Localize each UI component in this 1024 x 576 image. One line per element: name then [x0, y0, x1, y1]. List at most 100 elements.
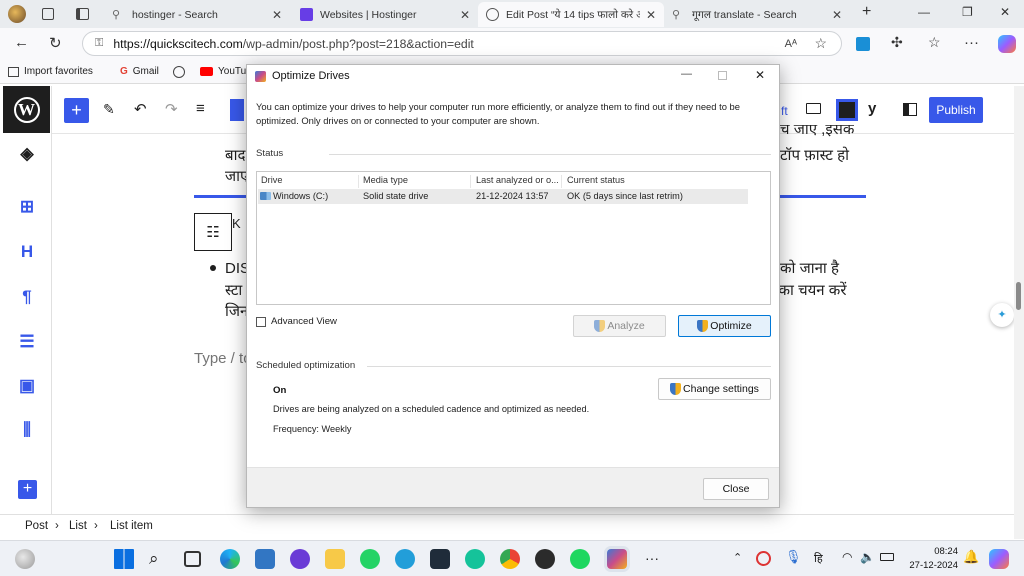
yoast-icon[interactable]: y	[868, 100, 876, 117]
back-arrow-icon[interactable]: ←	[14, 34, 29, 51]
obs-icon[interactable]	[535, 549, 555, 569]
chrome-icon[interactable]	[500, 549, 520, 569]
redo-icon[interactable]: ↷	[165, 100, 178, 118]
more-apps-icon[interactable]: ···	[645, 550, 665, 570]
fav-gmail[interactable]: G Gmail	[120, 66, 159, 77]
favorite-star-icon[interactable]: ☆	[814, 35, 827, 52]
content-line-3[interactable]: स्टा	[225, 280, 242, 301]
battery-icon[interactable]	[880, 553, 894, 561]
advanced-view-checkbox[interactable]: Advanced View	[256, 316, 337, 327]
tray-app-icon[interactable]	[756, 551, 771, 566]
close-tab-icon[interactable]: ✕	[646, 8, 656, 22]
capcut-icon[interactable]	[430, 549, 450, 569]
add-block-sidebar-button[interactable]: +	[18, 480, 37, 499]
task-view-icon[interactable]	[184, 551, 201, 567]
edge-icon[interactable]	[220, 549, 240, 569]
favorites-icon[interactable]: ☆	[928, 34, 941, 51]
document-overview-icon[interactable]: ≡	[196, 100, 205, 117]
address-bar[interactable]: ⚿ https://quickscitech.com/wp-admin/post…	[82, 31, 842, 56]
tab-actions-icon[interactable]	[76, 8, 89, 20]
change-settings-button[interactable]: Change settings	[658, 378, 771, 400]
jetpack-settings-icon[interactable]	[836, 99, 858, 121]
layers-icon[interactable]: ◈	[16, 143, 38, 165]
dialog-minimize-icon[interactable]: —	[681, 68, 692, 80]
content-line-4[interactable]: जिन	[225, 301, 248, 322]
site-info-icon[interactable]: ⚿	[95, 37, 103, 50]
notification-bell-icon[interactable]: 🔔	[963, 549, 979, 565]
volume-icon[interactable]: 🔈	[860, 550, 875, 564]
type-slash-placeholder[interactable]: Type / to	[194, 350, 252, 367]
fav-import[interactable]: Import favorites	[8, 66, 93, 77]
new-tab-icon[interactable]: +	[862, 3, 871, 21]
content-bullet-2-right[interactable]: को जाना है	[780, 258, 839, 279]
preview-device-icon[interactable]	[806, 103, 821, 114]
read-aloud-icon[interactable]: Aᴬ	[785, 38, 797, 50]
save-draft-link[interactable]: ft	[781, 104, 788, 118]
restore-icon[interactable]: ❐	[962, 5, 973, 19]
dialog-titlebar[interactable]: Optimize Drives — ✕	[247, 65, 779, 87]
taskbar-search-icon[interactable]: ⌕	[149, 549, 169, 569]
defrag-taskbar-icon[interactable]	[607, 549, 627, 569]
drive-row[interactable]: Windows (C:) Solid state drive 21-12-202…	[258, 189, 748, 204]
checkbox-box[interactable]	[256, 316, 266, 327]
grammarly-taskbar-icon[interactable]	[465, 549, 485, 569]
tab-websites-hostinger[interactable]: Websites | Hostinger ✕	[292, 2, 478, 27]
show-hidden-icons[interactable]: ⌃	[733, 551, 742, 564]
col-drive[interactable]: Drive	[261, 175, 359, 188]
drives-list[interactable]: Drive Media type Last analyzed or o... C…	[256, 171, 771, 305]
extensions-puzzle-icon[interactable]: ✣	[891, 34, 903, 51]
col-media-type[interactable]: Media type	[363, 175, 471, 188]
pattern-block-icon[interactable]: ⊞	[16, 196, 38, 218]
optimize-button[interactable]: Optimize	[678, 315, 771, 337]
content-line-1-right[interactable]: टॉप फ़ास्ट हो	[780, 145, 849, 166]
tab-edit-post[interactable]: Edit Post “ये 14 tips फालो करे आप ✕	[478, 2, 664, 27]
whatsapp-icon[interactable]	[360, 549, 380, 569]
grammarly-icon[interactable]: ✦	[990, 303, 1014, 327]
close-button[interactable]: Close	[703, 478, 769, 500]
media-player-icon[interactable]	[290, 549, 310, 569]
col-current-status[interactable]: Current status	[567, 175, 747, 185]
telegram-icon[interactable]	[395, 549, 415, 569]
tab-hostinger-search[interactable]: ⚲ hostinger - Search ✕	[104, 2, 290, 27]
extension-m-icon[interactable]	[856, 37, 870, 51]
close-tab-icon[interactable]: ✕	[272, 8, 282, 22]
microphone-icon[interactable]: 🎙	[785, 549, 802, 565]
wordpress-logo[interactable]: W	[3, 86, 50, 133]
input-language[interactable]: हि	[814, 551, 823, 566]
content-line-2[interactable]: जाए	[225, 166, 248, 187]
group-block-icon[interactable]: ☰	[16, 331, 38, 353]
file-explorer-icon[interactable]	[325, 549, 345, 569]
columns-block-icon[interactable]: ⫼	[16, 419, 38, 441]
workspaces-icon[interactable]	[42, 8, 54, 20]
settings-sidebar-icon[interactable]	[903, 103, 917, 116]
clock-date[interactable]: 27-12-2024	[900, 560, 958, 571]
copilot-taskbar-icon[interactable]	[989, 549, 1009, 569]
breadcrumb-post[interactable]: Post	[25, 520, 48, 532]
undo-icon[interactable]: ↶	[134, 100, 147, 118]
weather-widget-icon[interactable]	[15, 549, 35, 569]
copilot-icon[interactable]	[998, 35, 1016, 53]
pencil-tool-icon[interactable]: ✎	[103, 101, 115, 118]
start-windows-icon[interactable]	[114, 549, 134, 569]
paragraph-block-icon[interactable]: ¶	[16, 286, 38, 308]
block-details-icon[interactable]	[230, 99, 244, 121]
close-window-icon[interactable]: ✕	[1000, 5, 1010, 19]
add-block-button[interactable]: +	[64, 98, 89, 123]
refresh-icon[interactable]: ↻	[49, 34, 62, 52]
list-block-toolbar[interactable]: ☷	[194, 213, 232, 251]
wifi-icon[interactable]: ◠	[842, 550, 852, 564]
content-line-1[interactable]: बाद	[225, 145, 245, 166]
more-menu-icon[interactable]: ···	[964, 34, 979, 51]
close-tab-icon[interactable]: ✕	[460, 8, 470, 22]
content-line-0-right[interactable]: च जाए ,इसके	[780, 125, 854, 137]
spotify-icon[interactable]	[570, 549, 590, 569]
block-k-text[interactable]: K	[232, 213, 241, 234]
profile-avatar[interactable]	[8, 5, 26, 23]
image-block-icon[interactable]: ▣	[16, 375, 38, 397]
col-last-analyzed[interactable]: Last analyzed or o...	[476, 175, 562, 188]
fav-youtube[interactable]: YouTu	[200, 66, 246, 77]
minimize-icon[interactable]: —	[918, 5, 930, 19]
page-scrollbar[interactable]	[1014, 86, 1024, 539]
store-icon[interactable]	[255, 549, 275, 569]
heading-block-icon[interactable]: H	[16, 241, 38, 263]
